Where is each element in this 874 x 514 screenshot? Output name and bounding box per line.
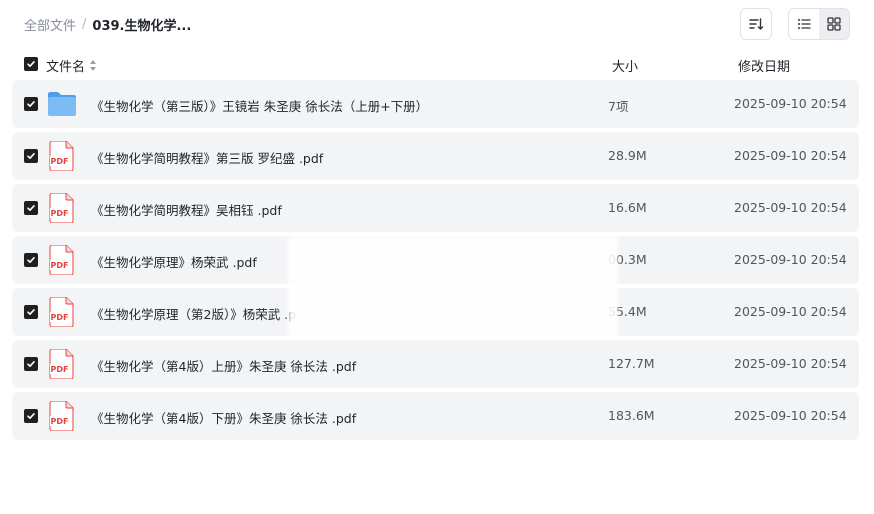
- column-header: 文件名 大小 修改日期: [12, 48, 859, 80]
- column-name-label: 文件名: [46, 60, 86, 75]
- pdf-badge-text: PDF: [51, 365, 69, 374]
- file-date: 2025-09-10 20:54: [734, 408, 847, 423]
- breadcrumb: 全部文件 / 039.生物化学...: [24, 15, 191, 34]
- file-size: 16.6M: [608, 200, 647, 215]
- pdf-file-icon: PDF: [46, 140, 78, 172]
- column-date-header[interactable]: 修改日期: [738, 56, 790, 75]
- row-checkbox[interactable]: [24, 253, 38, 267]
- check-icon: [27, 101, 35, 107]
- breadcrumb-current: 039.生物化学...: [92, 19, 192, 34]
- list-view-icon: [798, 19, 811, 29]
- file-size: 7项: [608, 99, 629, 114]
- file-size: 28.9M: [608, 148, 647, 163]
- column-size-header[interactable]: 大小: [612, 56, 638, 75]
- check-icon: [27, 413, 35, 419]
- file-name[interactable]: 《生物化学（第4版）上册》朱圣庚 徐长法 .pdf: [91, 356, 531, 375]
- file-size: 127.7M: [608, 356, 655, 371]
- pdf-file-icon: PDF: [46, 400, 78, 432]
- select-all-checkbox[interactable]: [24, 57, 38, 71]
- file-row[interactable]: PDF 《生物化学（第4版）上册》朱圣庚 徐长法 .pdf 127.7M 2025-0…: [12, 340, 859, 388]
- sort-indicator-icon: [89, 59, 97, 72]
- check-icon: [27, 361, 35, 367]
- pdf-file-icon: PDF: [46, 244, 78, 276]
- pdf-badge-text: PDF: [51, 313, 69, 322]
- file-date: 2025-09-10 20:54: [734, 200, 847, 215]
- file-date: 2025-09-10 20:54: [734, 356, 847, 371]
- file-date: 2025-09-10 20:54: [734, 148, 847, 163]
- file-name[interactable]: 《生物化学（第4版）下册》朱圣庚 徐长法 .pdf: [91, 408, 531, 427]
- sort-button[interactable]: [740, 8, 772, 40]
- check-icon: [27, 153, 35, 159]
- row-checkbox[interactable]: [24, 149, 38, 163]
- pdf-file-icon: PDF: [46, 348, 78, 380]
- row-checkbox[interactable]: [24, 357, 38, 371]
- pdf-file-icon: PDF: [46, 296, 78, 328]
- grid-view-icon: [827, 17, 841, 31]
- list-view-button[interactable]: [789, 9, 819, 39]
- sort-icon: [749, 18, 764, 30]
- loading-overlay: [288, 236, 618, 338]
- row-checkbox[interactable]: [24, 201, 38, 215]
- file-row[interactable]: PDF 《生物化学（第4版）下册》朱圣庚 徐长法 .pdf 183.6M 2025-0…: [12, 392, 859, 440]
- check-icon: [27, 257, 35, 263]
- file-date: 2025-09-10 20:54: [734, 252, 847, 267]
- check-icon: [27, 61, 35, 67]
- file-row[interactable]: PDF 《生物化学简明教程》吴相钰 .pdf 16.6M 2025-09-10 20:…: [12, 184, 859, 232]
- pdf-file-icon: PDF: [46, 192, 78, 224]
- check-icon: [27, 205, 35, 211]
- file-row[interactable]: 《生物化学（第三版）》王镜岩 朱圣庚 徐长法（上册+下册） 7项 2025-09-1…: [12, 80, 859, 128]
- row-checkbox[interactable]: [24, 409, 38, 423]
- pdf-badge-text: PDF: [51, 417, 69, 426]
- view-toggle: [788, 8, 850, 40]
- file-name[interactable]: 《生物化学简明教程》第三版 罗纪盛 .pdf: [91, 148, 531, 167]
- row-checkbox[interactable]: [24, 97, 38, 111]
- check-icon: [27, 309, 35, 315]
- breadcrumb-root[interactable]: 全部文件: [24, 15, 76, 34]
- file-date: 2025-09-10 20:54: [734, 96, 847, 111]
- pdf-badge-text: PDF: [51, 157, 69, 166]
- grid-view-button[interactable]: [819, 9, 849, 39]
- file-name[interactable]: 《生物化学简明教程》吴相钰 .pdf: [91, 200, 531, 219]
- pdf-badge-text: PDF: [51, 261, 69, 270]
- row-checkbox[interactable]: [24, 305, 38, 319]
- pdf-badge-text: PDF: [51, 209, 69, 218]
- column-name-header[interactable]: 文件名: [46, 56, 97, 75]
- file-date: 2025-09-10 20:54: [734, 304, 847, 319]
- file-name[interactable]: 《生物化学（第三版）》王镜岩 朱圣庚 徐长法（上册+下册）: [91, 96, 531, 115]
- file-row[interactable]: PDF 《生物化学简明教程》第三版 罗纪盛 .pdf 28.9M 2025-09-10…: [12, 132, 859, 180]
- folder-icon: [46, 89, 78, 119]
- top-bar: 全部文件 / 039.生物化学...: [0, 0, 874, 48]
- file-size: 183.6M: [608, 408, 655, 423]
- breadcrumb-separator: /: [82, 17, 87, 32]
